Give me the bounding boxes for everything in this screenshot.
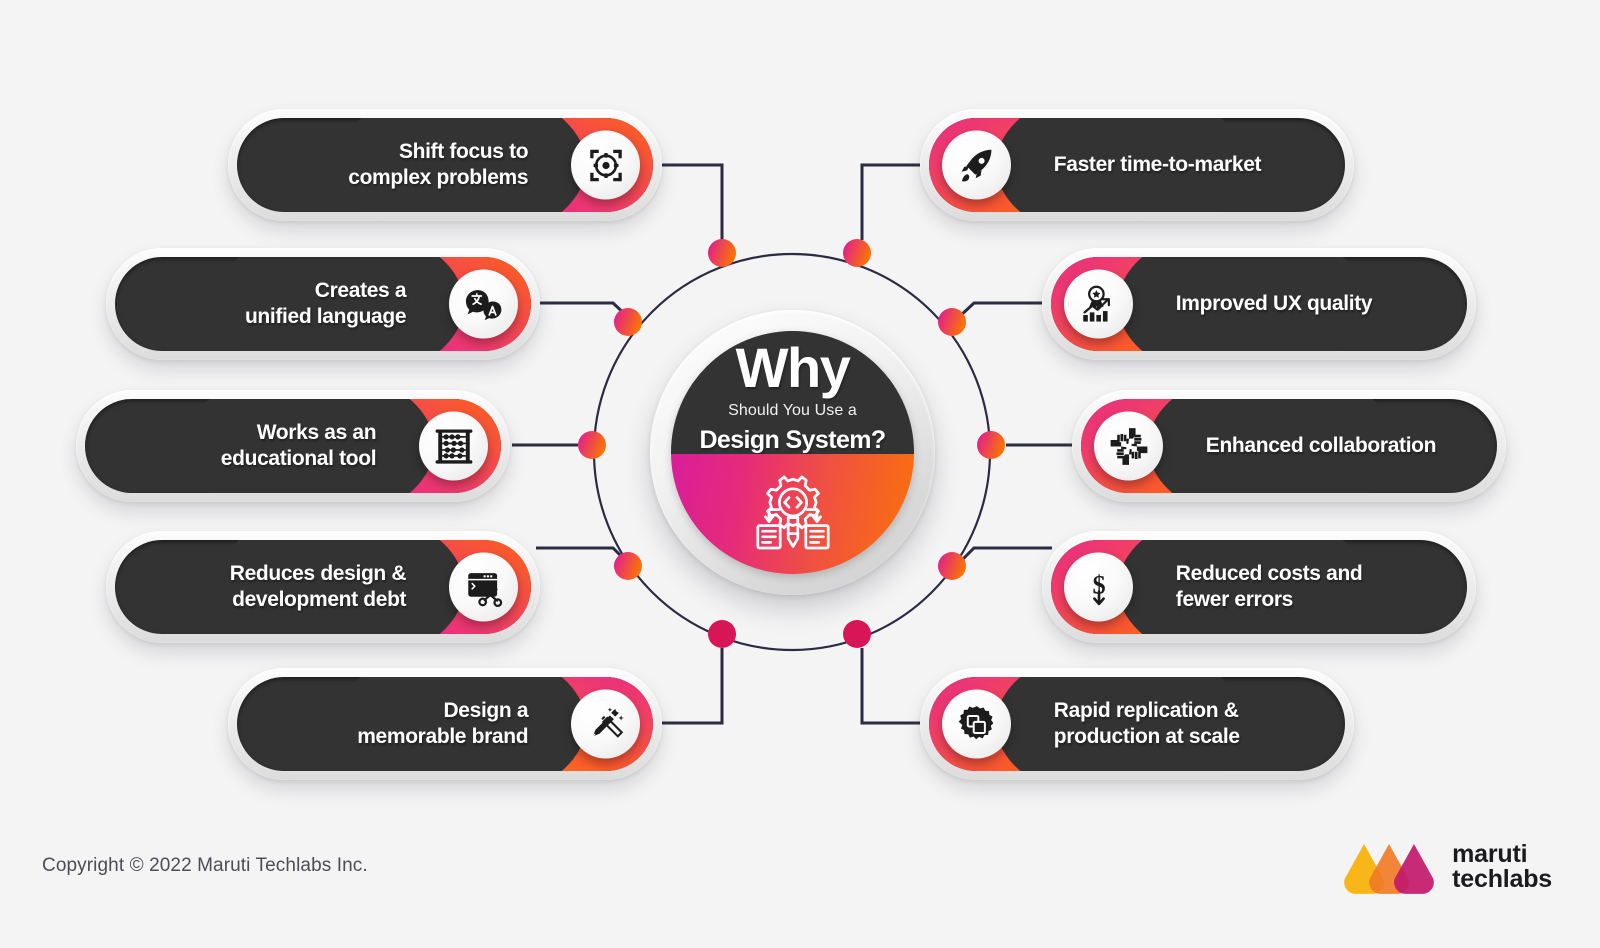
gear-copy-icon <box>958 705 993 739</box>
icon-badge <box>942 130 1011 200</box>
orbit-dot-r4 <box>938 552 966 580</box>
dollar-down-icon: $ <box>1092 570 1105 605</box>
gear-code-workflow-icon <box>755 475 830 550</box>
brand-line-1: maruti <box>1452 839 1528 868</box>
orbit-dot-l5 <box>708 620 736 648</box>
award-chart-icon <box>1082 285 1110 322</box>
pill-faster-time-to-market[interactable]: Faster time-to-market <box>920 109 1354 221</box>
target-focus-icon <box>589 149 622 181</box>
pill-body: Creates a unified language <box>115 257 531 351</box>
maruti-techlabs-logo <box>1344 843 1434 894</box>
pill-improved-ux-quality[interactable]: Improved UX quality <box>1042 248 1476 360</box>
pill-label: Works as an educational tool <box>220 420 377 470</box>
center-hub: Why Should You Use a Design System? <box>650 310 935 595</box>
orbit-dot-l1 <box>708 239 736 267</box>
pill-label: Creates a unified language <box>244 278 407 328</box>
magic-pen-icon <box>592 706 624 738</box>
pill-reduces-debt[interactable]: Reduces design & development debt <box>106 531 540 643</box>
icon-badge <box>419 411 488 481</box>
icon-badge <box>942 689 1011 759</box>
icon-badge <box>1094 411 1163 481</box>
brand-wordmark: maruti techlabs <box>1452 839 1552 893</box>
hub-inner-disc: Why Should You Use a Design System? <box>671 331 914 574</box>
pill-body: Works as an educational tool <box>85 399 501 493</box>
pill-body: Reduces design & development debt <box>115 540 531 634</box>
pill-shift-focus[interactable]: Shift focus to complex problems <box>228 109 662 221</box>
pill-body: Reduced costs and fewer errors $ <box>1051 540 1467 634</box>
rocket-icon <box>961 149 991 181</box>
pill-enhanced-collaboration[interactable]: Enhanced collaboration <box>1072 390 1506 502</box>
pill-reduced-costs[interactable]: Reduced costs and fewer errors $ <box>1042 531 1476 643</box>
infographic-canvas: Why Should You Use a Design System? Shif… <box>0 0 1600 948</box>
orbit-dot-l2 <box>614 308 642 336</box>
pill-body: Improved UX quality <box>1051 257 1467 351</box>
icon-badge <box>449 269 518 339</box>
pill-label: Reduced costs and fewer errors <box>1175 561 1363 611</box>
orbit-dot-r1 <box>843 239 871 267</box>
pill-unified-language[interactable]: Creates a unified language <box>106 248 540 360</box>
pill-label: Reduces design & development debt <box>229 561 407 611</box>
hub-subtitle: Should You Use a <box>728 402 857 419</box>
icon-badge: $ <box>1064 552 1133 622</box>
pill-educational-tool[interactable]: Works as an educational tool <box>76 390 510 502</box>
pill-label: Enhanced collaboration <box>1205 433 1437 457</box>
pill-body: Enhanced collaboration <box>1081 399 1497 493</box>
orbit-dot-r2 <box>938 308 966 336</box>
pill-label: Shift focus to complex problems <box>348 139 529 189</box>
orbit-dot-r3 <box>977 431 1005 459</box>
icon-badge <box>571 689 640 759</box>
icon-badge <box>571 130 640 200</box>
pill-body: Rapid replication & production at scale <box>929 677 1345 771</box>
brand-lockup: maruti techlabs <box>1341 840 1552 894</box>
pill-label: Faster time-to-market <box>1053 152 1262 176</box>
pill-body: Shift focus to complex problems <box>237 118 653 212</box>
copyright-text: Copyright © 2022 Maruti Techlabs Inc. <box>42 855 368 876</box>
pill-label: Improved UX quality <box>1175 291 1373 315</box>
orbit-dot-l4 <box>614 552 642 580</box>
pill-label: Design a memorable brand <box>357 698 529 748</box>
orbit-dot-l3 <box>578 431 606 459</box>
abacus-icon <box>435 428 472 464</box>
hub-title: Design System? <box>699 426 886 454</box>
hub-text-area: Why Should You Use a Design System? <box>671 331 914 454</box>
hub-icon-area <box>671 453 914 574</box>
pill-body: Design a memorable brand <box>237 677 653 771</box>
translate-language-icon <box>465 289 501 320</box>
pill-label: Rapid replication & production at scale <box>1053 698 1240 748</box>
pill-memorable-brand[interactable]: Design a memorable brand <box>228 668 662 780</box>
brand-line-2: techlabs <box>1452 865 1552 893</box>
collaboration-hands-icon <box>1110 427 1147 465</box>
pill-rapid-replication[interactable]: Rapid replication & production at scale <box>920 668 1354 780</box>
window-scissors-icon <box>467 572 502 607</box>
icon-badge <box>1064 269 1133 339</box>
orbit-dot-r5 <box>843 620 871 648</box>
icon-badge <box>449 552 518 622</box>
hub-why-word: Why <box>735 336 851 399</box>
pill-body: Faster time-to-market <box>929 118 1345 212</box>
